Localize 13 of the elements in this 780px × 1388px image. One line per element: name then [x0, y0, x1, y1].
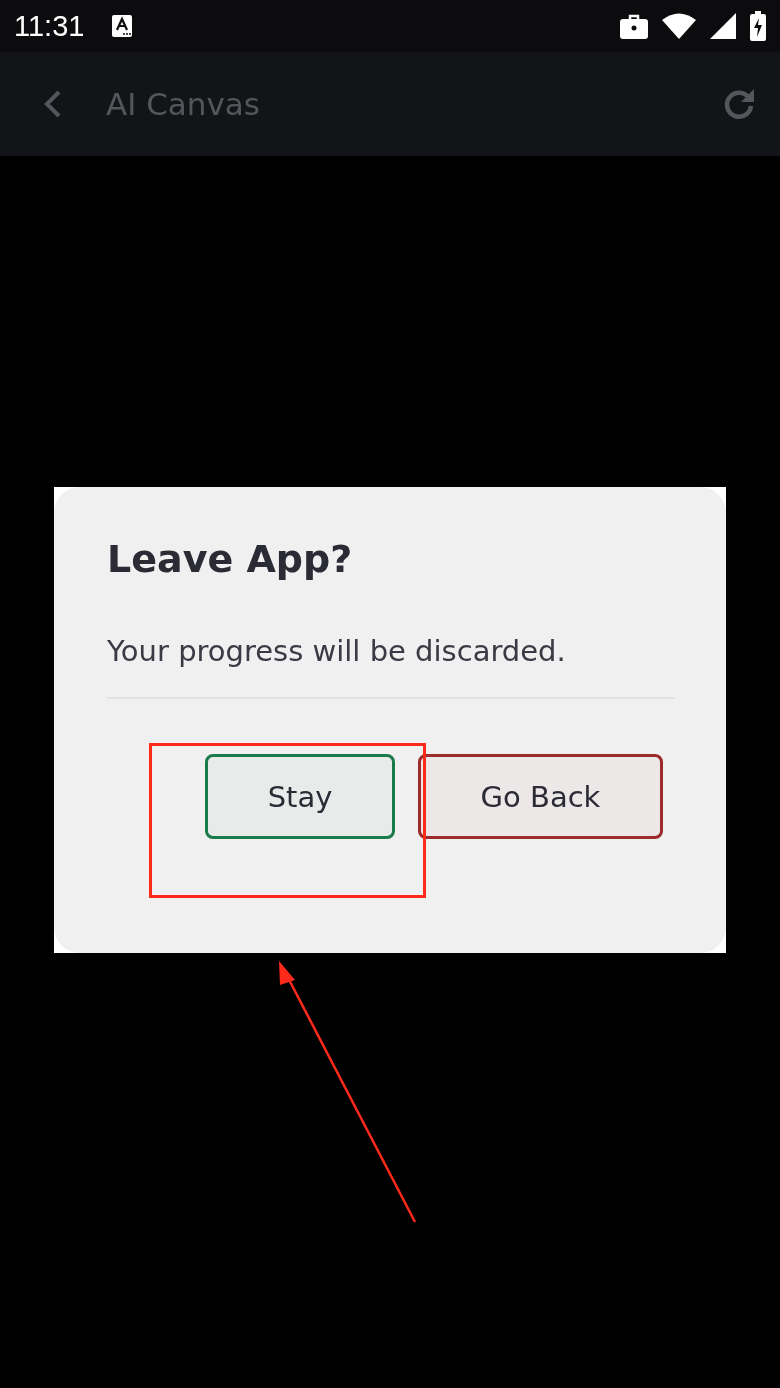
dialog-title: Leave App? — [107, 536, 354, 583]
back-icon[interactable] — [42, 89, 62, 119]
refresh-icon[interactable] — [722, 87, 756, 121]
wifi-icon — [662, 13, 696, 39]
app-title: AI Canvas — [106, 86, 260, 122]
signal-icon — [710, 13, 736, 39]
dialog-button[interactable]: Stay — [205, 754, 395, 839]
dialog-button[interactable]: Go Back — [418, 754, 663, 839]
battery-icon — [750, 11, 766, 41]
dialog-message: Your progress will be discarded. — [107, 633, 567, 670]
status-time: 11:31 — [14, 9, 85, 43]
briefcase-icon — [620, 13, 648, 39]
notification-icon — [112, 15, 133, 37]
